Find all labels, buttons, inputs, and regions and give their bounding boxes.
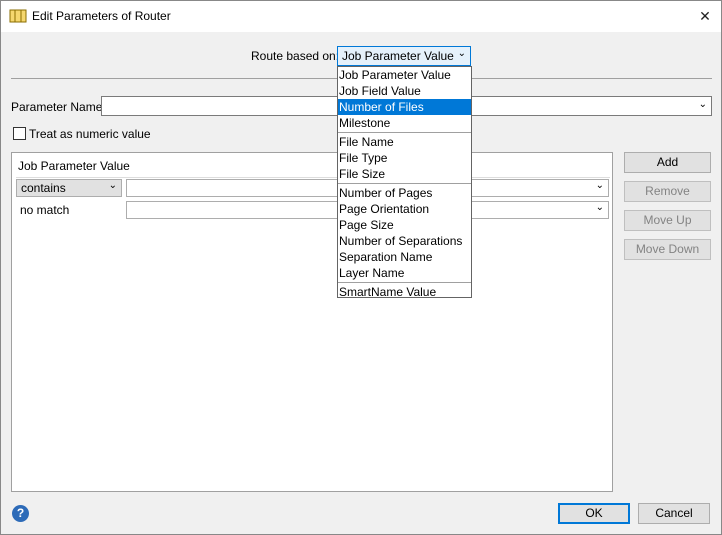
route-based-on-label: Route based on: bbox=[251, 49, 340, 63]
dropdown-option[interactable]: Job Parameter Value bbox=[338, 67, 471, 83]
rules-panel: Job Parameter Value contains ⌄ ⌄ no matc… bbox=[11, 152, 613, 492]
dropdown-option[interactable]: Number of Files bbox=[338, 99, 471, 115]
move-down-button[interactable]: Move Down bbox=[624, 239, 711, 260]
chevron-down-icon: ⌄ bbox=[457, 48, 466, 59]
no-match-label: no match bbox=[20, 203, 70, 217]
window-title: Edit Parameters of Router bbox=[32, 9, 171, 23]
dropdown-option[interactable]: Number of Pages bbox=[338, 185, 471, 201]
close-icon[interactable]: ✕ bbox=[693, 5, 717, 27]
chevron-down-icon[interactable]: ⌄ bbox=[596, 180, 604, 191]
dropdown-separator bbox=[338, 183, 471, 184]
dialog: Edit Parameters of Router ✕ Route based … bbox=[0, 0, 722, 535]
parameter-name-label: Parameter Name: bbox=[11, 100, 106, 114]
route-select-value: Job Parameter Value bbox=[342, 49, 454, 63]
dropdown-option[interactable]: Milestone bbox=[338, 115, 471, 131]
dropdown-option[interactable]: Separation Name bbox=[338, 249, 471, 265]
add-button[interactable]: Add bbox=[624, 152, 711, 173]
dropdown-separator bbox=[338, 282, 471, 283]
cancel-button[interactable]: Cancel bbox=[638, 503, 710, 524]
dropdown-option[interactable]: File Type bbox=[338, 150, 471, 166]
numeric-value-label: Treat as numeric value bbox=[29, 127, 151, 141]
dropdown-option[interactable]: Job Field Value bbox=[338, 83, 471, 99]
title-bar: Edit Parameters of Router ✕ bbox=[1, 1, 721, 32]
header-divider bbox=[16, 177, 610, 178]
dropdown-option[interactable]: Page Orientation bbox=[338, 201, 471, 217]
dropdown-option[interactable]: Layer Name bbox=[338, 265, 471, 281]
route-based-on-select[interactable]: Job Parameter Value ⌄ bbox=[337, 46, 471, 66]
chevron-down-icon[interactable]: ⌄ bbox=[699, 99, 707, 110]
help-icon[interactable]: ? bbox=[12, 505, 29, 522]
route-dropdown-list: Job Parameter Value Job Field Value Number… bbox=[337, 66, 472, 300]
move-up-button[interactable]: Move Up bbox=[624, 210, 711, 231]
dropdown-option[interactable]: File Name bbox=[338, 134, 471, 150]
remove-button[interactable]: Remove bbox=[624, 181, 711, 202]
router-icon bbox=[9, 9, 27, 23]
dropdown-separator bbox=[338, 132, 471, 133]
operator-select[interactable]: contains ⌄ bbox=[16, 179, 122, 197]
dropdown-option[interactable]: SmartName Value bbox=[338, 284, 471, 300]
rules-header: Job Parameter Value bbox=[18, 159, 130, 173]
dropdown-option[interactable]: File Size bbox=[338, 166, 471, 182]
ok-button[interactable]: OK bbox=[558, 503, 630, 524]
chevron-down-icon: ⌄ bbox=[108, 180, 117, 191]
dropdown-option[interactable]: Number of Separations bbox=[338, 233, 471, 249]
chevron-down-icon[interactable]: ⌄ bbox=[596, 202, 604, 213]
operator-value: contains bbox=[21, 181, 66, 195]
dropdown-option[interactable]: Page Size bbox=[338, 217, 471, 233]
numeric-value-checkbox[interactable] bbox=[13, 127, 26, 140]
